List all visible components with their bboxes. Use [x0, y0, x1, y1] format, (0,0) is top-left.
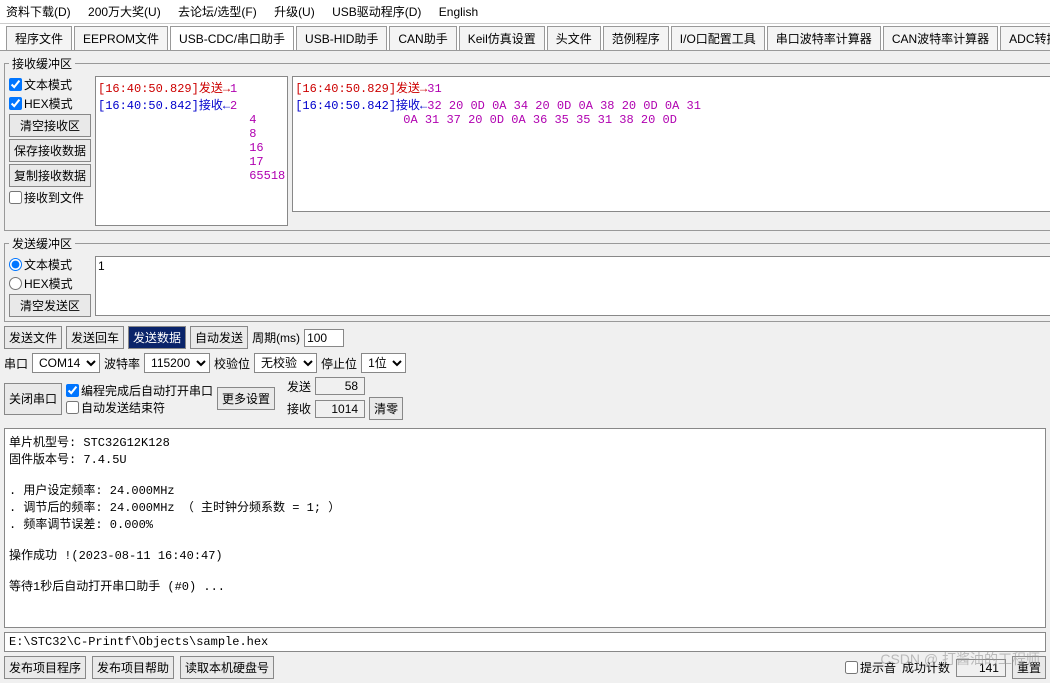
tab-11[interactable]: ADC转换速度计算器: [1000, 26, 1050, 50]
tab-2[interactable]: USB-CDC/串口助手: [170, 26, 294, 51]
baud-select[interactable]: 115200: [144, 353, 210, 373]
console-output[interactable]: 单片机型号: STC32G12K128 固件版本号: 7.4.5U . 用户设定…: [4, 428, 1046, 628]
rx-clear-button[interactable]: 清空接收区: [9, 114, 91, 137]
tx-text-mode[interactable]: 文本模式: [9, 256, 91, 273]
tx-hex-mode[interactable]: HEX模式: [9, 275, 91, 292]
rx-text-mode[interactable]: 文本模式: [9, 76, 91, 93]
tab-7[interactable]: 范例程序: [603, 26, 669, 50]
rx-right-scrollbar[interactable]: [292, 212, 1050, 226]
tab-3[interactable]: USB-HID助手: [296, 26, 387, 50]
menu-usb-driver[interactable]: USB驱动程序(D): [332, 5, 421, 19]
tab-4[interactable]: CAN助手: [389, 26, 456, 50]
tab-0[interactable]: 程序文件: [6, 26, 72, 50]
menu-download[interactable]: 资料下载(D): [6, 5, 71, 19]
tab-8[interactable]: I/O口配置工具: [671, 26, 765, 50]
stop-select[interactable]: 1位: [361, 353, 406, 373]
period-label: 周期(ms): [252, 329, 300, 346]
tip-sound-check[interactable]: 提示音: [845, 659, 896, 676]
port-label: 串口: [4, 355, 28, 372]
tab-9[interactable]: 串口波特率计算器: [767, 26, 881, 50]
menu-upgrade[interactable]: 升级(U): [274, 5, 315, 19]
read-serial-button[interactable]: 读取本机硬盘号: [180, 656, 274, 679]
send-data-button[interactable]: 发送数据: [128, 326, 186, 349]
more-settings-button[interactable]: 更多设置: [217, 387, 275, 410]
menu-bar: 资料下载(D) 200万大奖(U) 去论坛/选型(F) 升级(U) USB驱动程…: [0, 0, 1050, 24]
send-file-button[interactable]: 发送文件: [4, 326, 62, 349]
success-count-label: 成功计数: [902, 659, 950, 676]
rx-log-left[interactable]: [16:40:50.829]发送→1[16:40:50.842]接收←2 4 8…: [95, 76, 288, 226]
tx-input[interactable]: [95, 256, 1050, 316]
rx-legend: 接收缓冲区: [9, 55, 75, 72]
auto-send-button[interactable]: 自动发送: [190, 326, 248, 349]
rx-to-file[interactable]: 接收到文件: [9, 189, 91, 206]
clear-zero-button[interactable]: 清零: [369, 397, 403, 420]
recv-count: 1014: [315, 400, 365, 418]
recv-count-label: 接收: [287, 400, 311, 417]
rx-copy-button[interactable]: 复制接收数据: [9, 164, 91, 187]
tab-6[interactable]: 头文件: [547, 26, 601, 50]
tab-bar: 程序文件EEPROM文件USB-CDC/串口助手USB-HID助手CAN助手Ke…: [0, 24, 1050, 51]
parity-select[interactable]: 无校验: [254, 353, 317, 373]
menu-english[interactable]: English: [439, 5, 478, 19]
publish-help-button[interactable]: 发布项目帮助: [92, 656, 174, 679]
tx-clear-button[interactable]: 清空发送区: [9, 294, 91, 317]
menu-forum[interactable]: 去论坛/选型(F): [178, 5, 257, 19]
tx-fieldset: 发送缓冲区 文本模式 HEX模式 清空发送区: [4, 235, 1050, 322]
rx-save-button[interactable]: 保存接收数据: [9, 139, 91, 162]
success-count: 141: [956, 659, 1006, 677]
send-count: 58: [315, 377, 365, 395]
send-toolbar: 发送文件 发送回车 发送数据 自动发送 周期(ms): [4, 326, 1050, 349]
auto-term-check[interactable]: 自动发送结束符: [66, 399, 213, 416]
reset-button[interactable]: 重置: [1012, 656, 1046, 679]
auto-open-check[interactable]: 编程完成后自动打开串口: [66, 382, 213, 399]
send-cr-button[interactable]: 发送回车: [66, 326, 124, 349]
rx-log-right[interactable]: [16:40:50.829]发送→31[16:40:50.842]接收←32 2…: [292, 76, 1050, 212]
tx-legend: 发送缓冲区: [9, 235, 75, 252]
file-path[interactable]: E:\STC32\C-Printf\Objects\sample.hex: [4, 632, 1046, 652]
baud-label: 波特率: [104, 355, 140, 372]
tab-5[interactable]: Keil仿真设置: [459, 26, 545, 50]
period-input[interactable]: [304, 329, 344, 347]
rx-fieldset: 接收缓冲区 文本模式 HEX模式 清空接收区 保存接收数据 复制接收数据 接收到…: [4, 55, 1050, 231]
close-port-button[interactable]: 关闭串口: [4, 383, 62, 415]
tab-10[interactable]: CAN波特率计算器: [883, 26, 998, 50]
port-select[interactable]: COM14: [32, 353, 100, 373]
control-toolbar: 关闭串口 编程完成后自动打开串口 自动发送结束符 更多设置 发送 58 接收 1…: [4, 377, 1050, 420]
rx-hex-mode[interactable]: HEX模式: [9, 95, 91, 112]
port-toolbar: 串口 COM14 波特率 115200 校验位 无校验 停止位 1位: [4, 353, 1050, 373]
publish-program-button[interactable]: 发布项目程序: [4, 656, 86, 679]
parity-label: 校验位: [214, 355, 250, 372]
tab-1[interactable]: EEPROM文件: [74, 26, 168, 50]
send-count-label: 发送: [287, 378, 311, 395]
menu-lottery[interactable]: 200万大奖(U): [88, 5, 161, 19]
stop-label: 停止位: [321, 355, 357, 372]
